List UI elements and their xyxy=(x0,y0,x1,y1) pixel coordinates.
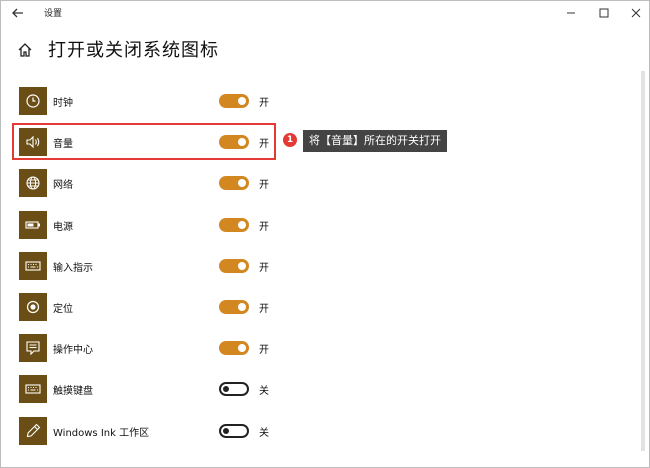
toggle-state-label: 关 xyxy=(259,386,269,397)
close-icon xyxy=(631,8,641,18)
toggle-state-label: 开 xyxy=(259,180,269,191)
location-icon xyxy=(19,293,47,321)
toggle-switch-location[interactable] xyxy=(219,300,249,314)
instruction-callout: 将【音量】所在的开关打开 xyxy=(303,130,447,152)
setting-label: 网络 xyxy=(53,180,73,191)
clock-icon xyxy=(19,87,47,115)
setting-label: 触摸键盘 xyxy=(53,386,93,397)
page-title: 打开或关闭系统图标 xyxy=(48,40,219,61)
toggle-switch-clock[interactable] xyxy=(219,94,249,108)
toggle-state-label: 开 xyxy=(259,345,269,356)
home-icon xyxy=(18,43,32,57)
title-bar: 设置 xyxy=(1,1,649,25)
pen-icon xyxy=(19,417,47,445)
setting-label: 定位 xyxy=(53,304,73,315)
home-button[interactable] xyxy=(16,41,34,59)
setting-row-input-indicator: 输入指示 开 xyxy=(19,252,289,280)
close-button[interactable] xyxy=(627,4,645,22)
setting-row-clock: 时钟 开 xyxy=(19,87,289,115)
setting-label: 时钟 xyxy=(53,98,73,109)
maximize-button[interactable] xyxy=(595,4,613,22)
toggle-switch-action-center[interactable] xyxy=(219,341,249,355)
back-arrow-icon xyxy=(12,8,23,18)
action-center-icon xyxy=(19,334,47,362)
toggle-state-label: 关 xyxy=(259,428,269,439)
keyboard-icon xyxy=(19,375,47,403)
setting-row-network: 网络 开 xyxy=(19,169,289,197)
setting-row-touch-keyboard: 触摸键盘 关 xyxy=(19,375,289,403)
setting-row-location: 定位 开 xyxy=(19,293,289,321)
setting-label: Windows Ink 工作区 xyxy=(53,428,150,439)
toggle-state-label: 开 xyxy=(259,263,269,274)
toggle-switch-windows-ink[interactable] xyxy=(219,424,249,438)
maximize-icon xyxy=(599,8,609,18)
highlight-box xyxy=(12,123,276,160)
toggle-switch-touch-keyboard[interactable] xyxy=(219,382,249,396)
setting-row-power: 电源 开 xyxy=(19,211,289,239)
settings-window: 设置 打开或关闭系统图标 时钟 开 音量 开 网络 开 电源 开 输入指示 开 … xyxy=(0,0,650,468)
setting-row-windows-ink: Windows Ink 工作区 关 xyxy=(19,417,289,445)
globe-icon xyxy=(19,169,47,197)
battery-icon xyxy=(19,211,47,239)
keyboard-icon xyxy=(19,252,47,280)
toggle-switch-power[interactable] xyxy=(219,218,249,232)
setting-label: 电源 xyxy=(53,222,73,233)
toggle-state-label: 开 xyxy=(259,304,269,315)
setting-label: 输入指示 xyxy=(53,263,93,274)
app-title: 设置 xyxy=(44,9,63,19)
setting-label: 操作中心 xyxy=(53,345,93,356)
step-badge: 1 xyxy=(283,133,297,147)
setting-row-action-center: 操作中心 开 xyxy=(19,334,289,362)
toggle-switch-network[interactable] xyxy=(219,176,249,190)
toggle-switch-input-indicator[interactable] xyxy=(219,259,249,273)
back-button[interactable] xyxy=(9,4,27,22)
minimize-icon xyxy=(567,12,575,14)
toggle-state-label: 开 xyxy=(259,98,269,109)
minimize-button[interactable] xyxy=(562,4,580,22)
toggle-state-label: 开 xyxy=(259,222,269,233)
scrollbar[interactable] xyxy=(641,71,645,451)
